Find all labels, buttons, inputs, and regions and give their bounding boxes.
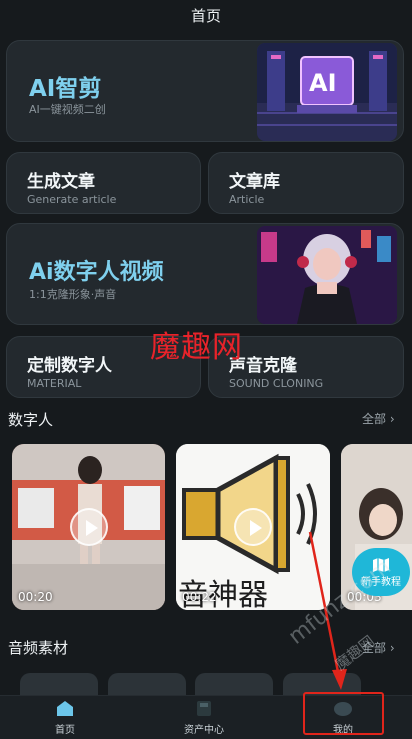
play-icon[interactable] [234,508,272,546]
page-title: 首页 [0,0,412,30]
digital-human-video-subtitle: 1:1克隆形象·声音 [29,288,117,301]
digital-human-video-card[interactable]: Ai数字人视频 1:1克隆形象·声音 [6,223,404,325]
generate-article-card[interactable]: 生成文章 Generate article [6,152,201,214]
ai-edit-thumbnail: AI [257,43,397,141]
digital-humans-more-link[interactable]: 全部 › [362,410,395,427]
ai-edit-title: AI智剪 [29,76,102,102]
article-library-title: 文章库 [229,172,280,192]
generate-article-subtitle: Generate article [27,193,117,206]
cyber-girl-illustration [257,226,397,324]
home-icon [57,701,73,716]
watermark-text: 魔趣网 [150,330,243,365]
page-title-text: 首页 [190,6,221,25]
digital-humans-section-title: 数字人 [8,411,54,429]
video-duration: 00:22 [182,590,217,604]
digital-human-video-title: Ai数字人视频 [29,260,164,285]
tab-assets-label: 资产中心 [184,725,224,736]
video-card[interactable]: 音神器 00:22 [176,444,330,610]
folder-icon [197,701,211,716]
article-library-card[interactable]: 文章库 Article [208,152,404,214]
digital-human-thumbnail [257,226,397,324]
tab-home-label: 首页 [55,725,75,736]
video-duration: 00:20 [18,590,53,604]
tab-assets[interactable]: 资产中心 [159,696,249,739]
custom-digital-human-title: 定制数字人 [27,356,112,376]
play-icon[interactable] [69,508,108,546]
custom-digital-human-subtitle: MATERIAL [27,377,82,390]
audio-section-title: 音频素材 [8,639,69,657]
ai-edit-subtitle: AI一键视频二创 [29,103,106,116]
video-card[interactable]: 00:20 [12,444,165,610]
generate-article-title: 生成文章 [27,172,95,192]
article-library-subtitle: Article [229,193,265,206]
tab-home[interactable]: 首页 [20,696,110,739]
ai-edit-card[interactable]: AI智剪 AI一键视频二创 AI [6,40,404,142]
voice-clone-subtitle: SOUND CLONING [229,377,324,390]
ai-thumb-text: AI [309,69,337,97]
highlight-box [303,692,384,735]
site-watermark-cn: 魔趣网 [331,631,379,674]
